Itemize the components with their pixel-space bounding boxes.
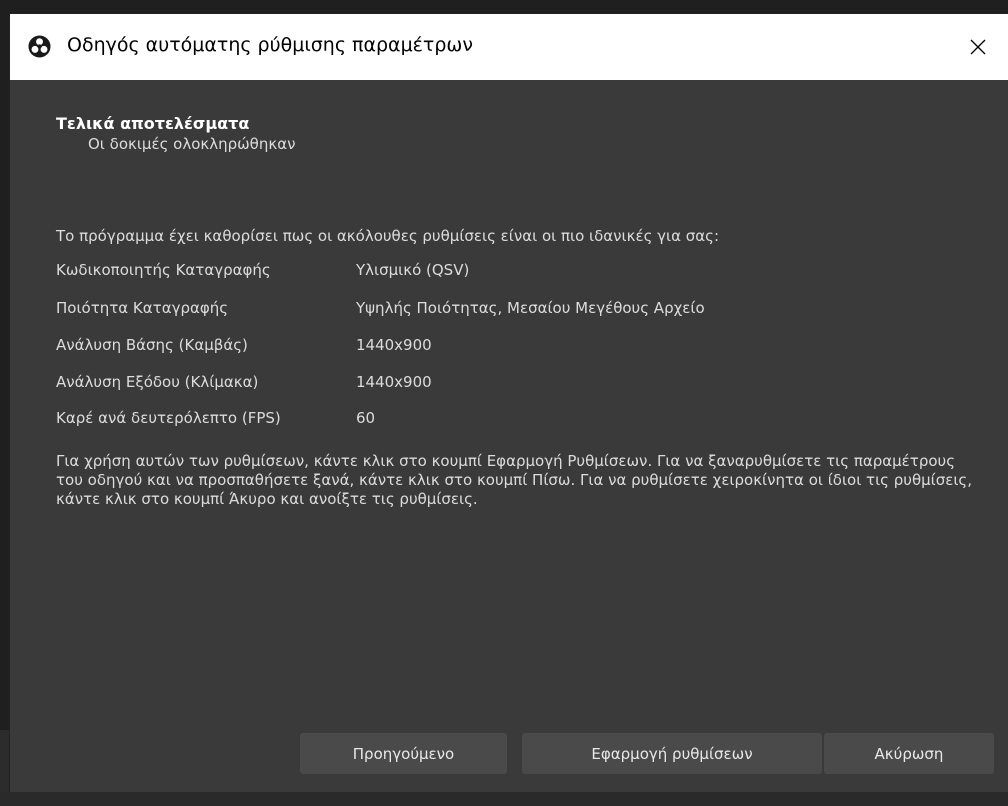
setting-value: 1440x900 bbox=[356, 373, 432, 391]
setting-label: Ανάλυση Βάσης (Καμβάς) bbox=[56, 336, 248, 354]
setting-label: Κωδικοποιητής Καταγραφής bbox=[56, 261, 271, 279]
setting-value: Υψηλής Ποιότητας, Μεσαίου Μεγέθους Αρχεί… bbox=[356, 299, 705, 317]
obs-logo-icon bbox=[28, 35, 51, 58]
setting-label: Ανάλυση Εξόδου (Κλίμακα) bbox=[56, 373, 259, 391]
setting-value: 1440x900 bbox=[356, 336, 432, 354]
apply-settings-button[interactable]: Εφαρμογή ρυθμίσεων bbox=[522, 733, 822, 774]
setting-label: Καρέ ανά δευτερόλεπτο (FPS) bbox=[56, 409, 281, 427]
title-bar[interactable]: Οδηγός αυτόματης ρύθμισης παραμέτρων bbox=[10, 14, 1008, 80]
results-intro: Το πρόγραμμα έχει καθορίσει πως οι ακόλο… bbox=[56, 227, 720, 245]
page-heading: Τελικά αποτελέσματα bbox=[56, 114, 250, 133]
auto-config-wizard-dialog: Οδηγός αυτόματης ρύθμισης παραμέτρων Τελ… bbox=[10, 14, 1008, 792]
close-icon bbox=[970, 39, 986, 55]
setting-value: 60 bbox=[356, 409, 376, 427]
cancel-button[interactable]: Ακύρωση bbox=[824, 733, 994, 774]
window-title: Οδηγός αυτόματης ρύθμισης παραμέτρων bbox=[67, 34, 473, 56]
setting-value: Υλισμικό (QSV) bbox=[356, 261, 470, 279]
close-button[interactable] bbox=[948, 14, 1008, 80]
instructions-text: Για χρήση αυτών των ρυθμίσεων, κάντε κλι… bbox=[56, 452, 972, 508]
background-window-edge bbox=[0, 792, 1008, 806]
previous-button[interactable]: Προηγούμενο bbox=[300, 733, 507, 774]
setting-label: Ποιότητα Καταγραφής bbox=[56, 299, 229, 317]
page-subheading: Οι δοκιμές ολοκληρώθηκαν bbox=[88, 135, 296, 153]
wizard-content: Τελικά αποτελέσματα Οι δοκιμές ολοκληρώθ… bbox=[10, 80, 1008, 792]
